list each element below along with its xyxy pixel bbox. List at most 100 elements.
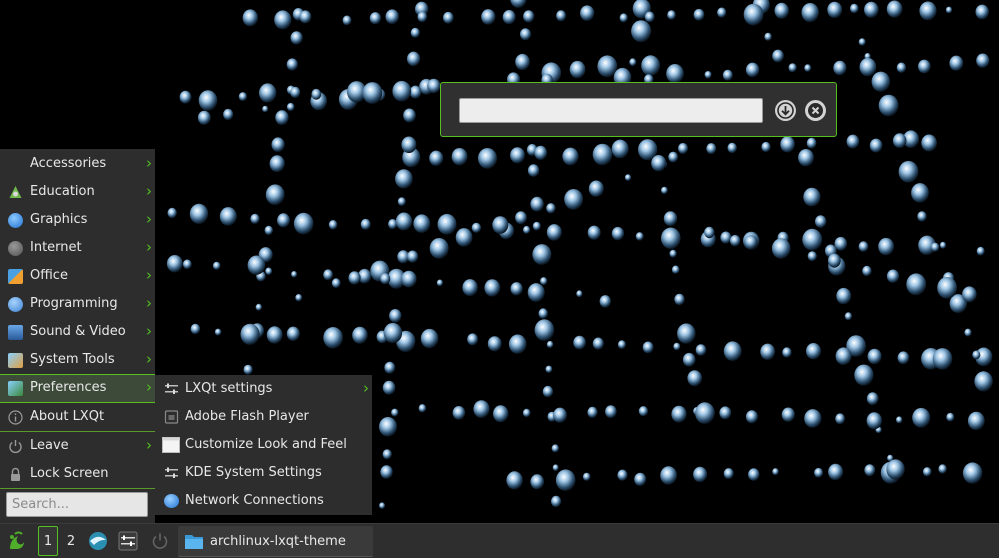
taskbar-window-button[interactable]: archlinux-lxqt-theme <box>178 526 373 557</box>
water-droplet <box>299 10 312 24</box>
menu-item-sound-video[interactable]: Sound & Video › <box>0 318 155 346</box>
water-droplet <box>522 408 531 418</box>
menu-item-system-tools[interactable]: System Tools › <box>0 346 155 374</box>
browser-icon[interactable] <box>86 526 110 556</box>
water-droplet <box>674 293 685 306</box>
water-droplet <box>395 169 413 189</box>
water-droplet <box>835 413 845 425</box>
water-droplet <box>660 466 677 485</box>
menu-item-label: About LXQt <box>30 409 105 424</box>
submenu-item-adobe-flash-player[interactable]: Adobe Flash Player <box>155 403 372 431</box>
submenu-item-kde-system-settings[interactable]: KDE System Settings <box>155 459 372 487</box>
water-droplet <box>265 184 285 205</box>
menu-item-office[interactable]: Office › <box>0 262 155 290</box>
water-droplet <box>864 464 876 477</box>
water-droplet <box>437 213 457 235</box>
water-droplet <box>807 251 817 262</box>
water-droplet <box>867 348 882 365</box>
water-droplet <box>455 228 473 247</box>
water-droplet <box>864 1 879 18</box>
water-droplet <box>383 322 403 344</box>
water-droplet <box>417 11 428 23</box>
menu-item-internet[interactable]: Internet › <box>0 234 155 262</box>
menu-item-lock-screen[interactable]: Lock Screen <box>0 460 155 488</box>
water-droplet <box>917 211 927 222</box>
water-droplet <box>611 139 629 159</box>
water-droplet <box>722 69 733 81</box>
water-droplet <box>429 150 444 166</box>
water-droplet <box>545 365 553 373</box>
power-icon[interactable] <box>148 526 172 556</box>
menu-item-preferences[interactable]: Preferences › <box>0 374 155 403</box>
run-command-input[interactable] <box>459 98 763 123</box>
water-droplet <box>481 9 496 25</box>
water-droplet <box>551 495 562 508</box>
water-droplet <box>410 27 420 38</box>
water-droplet <box>932 348 953 370</box>
water-droplet <box>671 265 680 274</box>
water-droplet <box>828 463 844 481</box>
lxqt-logo-icon[interactable] <box>3 526 31 556</box>
water-droplet <box>803 187 821 207</box>
water-droplet <box>219 207 237 226</box>
water-droplet <box>555 469 576 492</box>
submenu-item-customize-look-and-feel[interactable]: Customize Look and Feel <box>155 431 372 459</box>
water-droplet <box>634 472 647 486</box>
water-droplet <box>761 141 771 153</box>
settings-sliders-icon <box>164 466 179 480</box>
water-droplet <box>530 196 544 212</box>
desktop-switcher-1[interactable]: 1 <box>38 526 58 556</box>
submenu-item-lxqt-settings[interactable]: LXQt settings › <box>155 375 372 403</box>
application-menu: Accessories › Education › Graphics › Int… <box>0 149 155 523</box>
water-droplet <box>502 10 516 25</box>
water-droplet <box>382 449 392 460</box>
water-droplet <box>946 412 955 422</box>
submenu-item-network-connections[interactable]: Network Connections <box>155 487 372 515</box>
water-droplet <box>834 236 848 251</box>
menu-item-graphics[interactable]: Graphics › <box>0 206 155 234</box>
water-droplet <box>972 350 981 360</box>
water-droplet <box>286 102 295 112</box>
water-droplet <box>510 147 525 164</box>
menu-item-education[interactable]: Education › <box>0 178 155 206</box>
water-droplet <box>869 138 883 153</box>
water-droplet <box>413 214 431 233</box>
menu-item-leave[interactable]: Leave › <box>0 432 155 460</box>
water-droplet <box>587 225 601 240</box>
water-droplet <box>835 347 852 366</box>
taskbar: 1 2 archlinux-lxqt-theme <box>0 523 999 558</box>
water-droplet <box>671 405 687 423</box>
water-droplet <box>542 385 554 398</box>
menu-item-about-lxqt[interactable]: About LXQt <box>0 403 155 431</box>
menu-item-label: Graphics <box>30 212 88 227</box>
water-droplet <box>265 267 273 276</box>
download-arrow-icon[interactable] <box>775 100 796 121</box>
water-droplet <box>827 1 843 19</box>
water-droplet <box>290 86 301 98</box>
water-droplet <box>484 279 501 297</box>
water-droplet <box>582 472 591 481</box>
education-icon <box>8 185 23 200</box>
settings-sliders-icon[interactable] <box>116 526 140 556</box>
water-droplet <box>682 352 696 367</box>
desktop-number: 2 <box>66 533 76 549</box>
water-droplet <box>706 143 717 155</box>
water-droplet <box>271 137 285 152</box>
water-droplet <box>911 183 929 203</box>
close-x-icon[interactable] <box>805 100 826 121</box>
water-droplet <box>723 468 734 480</box>
water-droplet <box>564 189 583 210</box>
water-droplet <box>962 286 977 303</box>
desktop-switcher-2[interactable]: 2 <box>62 526 80 556</box>
water-droplet <box>638 406 649 417</box>
menu-item-label: Programming <box>30 296 118 311</box>
water-droplet <box>436 279 443 287</box>
menu-item-accessories[interactable]: Accessories › <box>0 150 155 178</box>
water-droplet <box>420 328 439 349</box>
menu-item-programming[interactable]: Programming › <box>0 290 155 318</box>
menu-search-input[interactable] <box>6 492 148 517</box>
water-droplet <box>780 136 795 153</box>
water-droplet <box>389 309 402 323</box>
network-globe-icon <box>164 494 179 508</box>
water-droplet <box>661 227 681 250</box>
